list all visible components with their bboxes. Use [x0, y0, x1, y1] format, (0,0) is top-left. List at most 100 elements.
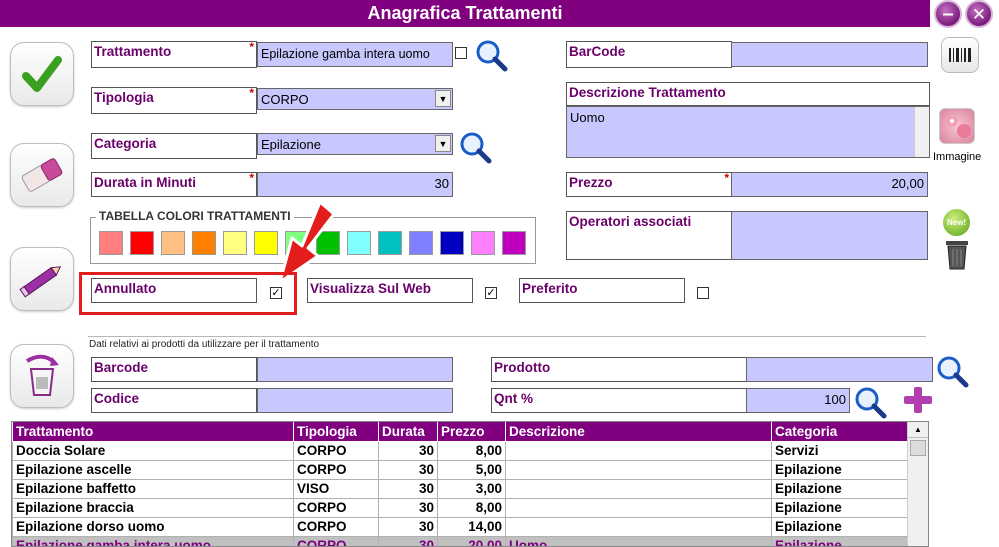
prezzo-field[interactable]: 20,00 [731, 172, 928, 197]
table-cell: Uomo [505, 535, 772, 546]
tipologia-label: Tipologia * [91, 86, 257, 114]
table-cell: Epilazione braccia [12, 497, 294, 518]
visualizza-web-checkbox[interactable]: ✓ [485, 287, 497, 299]
descrizione-scrollbar[interactable] [914, 107, 929, 157]
prod-qnt-field[interactable]: 100 [746, 388, 850, 413]
descrizione-textarea[interactable]: Uomo [566, 106, 930, 158]
save-button[interactable] [10, 42, 74, 106]
search-trattamento-icon[interactable] [474, 38, 508, 72]
color-swatch[interactable] [347, 231, 371, 255]
color-swatch[interactable] [223, 231, 247, 255]
table-cell: Epilazione [771, 535, 908, 546]
barcode-button[interactable] [941, 37, 979, 73]
column-header[interactable]: Prezzo [437, 422, 506, 442]
visualizza-web-label: Visualizza Sul Web [307, 278, 473, 303]
trattamento-field[interactable]: Epilazione gamba intera uomo [257, 42, 453, 67]
table-cell: Epilazione [771, 478, 908, 499]
table-cell [505, 459, 772, 480]
trattamento-checkbox[interactable] [455, 47, 467, 59]
operatori-label: Operatori associati [566, 211, 732, 260]
window-title: Anagrafica Trattamenti [367, 3, 563, 23]
color-swatch[interactable] [192, 231, 216, 255]
color-swatch[interactable] [502, 231, 526, 255]
table-cell [505, 497, 772, 518]
barcode-field[interactable] [731, 42, 928, 67]
prod-barcode-field[interactable] [257, 357, 453, 382]
search-categoria-icon[interactable] [458, 130, 492, 164]
scroll-up-icon[interactable]: ▲ [908, 422, 928, 438]
color-swatch[interactable] [440, 231, 464, 255]
color-swatch[interactable] [471, 231, 495, 255]
prod-codice-field[interactable] [257, 388, 453, 413]
table-cell: 8,00 [437, 440, 506, 461]
prodotti-caption: Dati relativi ai prodotti da utilizzare … [89, 339, 320, 350]
column-header[interactable]: Descrizione [505, 422, 772, 442]
delete-product-button[interactable] [10, 344, 74, 408]
color-swatch[interactable] [378, 231, 402, 255]
color-swatch[interactable] [130, 231, 154, 255]
table-cell [505, 516, 772, 537]
column-header[interactable]: Categoria [771, 422, 908, 442]
checkmark-icon [22, 56, 62, 92]
color-table-title: TABELLA COLORI TRATTAMENTI [96, 209, 294, 223]
categoria-select[interactable]: Epilazione ▼ [257, 133, 453, 155]
chevron-down-icon: ▼ [435, 90, 451, 107]
clear-button[interactable] [10, 143, 74, 207]
table-row[interactable]: Epilazione gamba intera uomo CORPO 30 20,00… [12, 535, 908, 546]
search-prodotto-icon[interactable] [935, 354, 969, 388]
table-cell: 30 [378, 478, 438, 499]
image-button[interactable] [939, 108, 975, 144]
edit-button[interactable] [10, 247, 74, 311]
color-swatch[interactable] [409, 231, 433, 255]
table-scrollbar[interactable]: ▲ [907, 422, 928, 546]
column-header[interactable]: Trattamento [12, 422, 294, 442]
search-qnt-icon[interactable] [853, 385, 887, 419]
new-operator-button[interactable]: New! [943, 209, 970, 236]
table-cell: CORPO [293, 459, 379, 480]
table-cell: 30 [378, 535, 438, 546]
table-header: Trattamento Tipologia Durata Prezzo Descrizi… [12, 422, 908, 442]
trash-icon[interactable] [944, 238, 970, 270]
table-cell: VISO [293, 478, 379, 499]
barcode-icon [949, 48, 971, 62]
tipologia-select[interactable]: CORPO ▼ [257, 88, 453, 110]
close-icon: ✕ [971, 4, 987, 24]
table-cell: Epilazione ascelle [12, 459, 294, 480]
minimize-button[interactable]: – [934, 0, 962, 28]
prod-prodotto-label: Prodotto [491, 357, 747, 382]
annullato-checkbox[interactable]: ✓ [270, 287, 282, 299]
table-row[interactable]: Epilazione dorso uomo CORPO 30 14,00 Epilazi… [12, 516, 908, 537]
table-row[interactable]: Epilazione braccia CORPO 30 8,00 Epilazione [12, 497, 908, 518]
table-cell: 8,00 [437, 497, 506, 518]
durata-field[interactable]: 30 [257, 172, 453, 197]
column-header[interactable]: Tipologia [293, 422, 379, 442]
new-badge-icon: New! [946, 218, 967, 227]
add-product-icon[interactable] [901, 385, 935, 415]
table-row[interactable]: Epilazione baffetto VISO 30 3,00 Epilazione [12, 478, 908, 499]
descrizione-label: Descrizione Trattamento [566, 82, 930, 106]
title-bar: Anagrafica Trattamenti [0, 0, 930, 27]
table-row[interactable]: Epilazione ascelle CORPO 30 5,00 Epilazione [12, 459, 908, 480]
table-cell: 20,00 [437, 535, 506, 546]
table-cell: 30 [378, 516, 438, 537]
column-header[interactable]: Durata [378, 422, 438, 442]
treatments-table: Trattamento Tipologia Durata Prezzo Descrizi… [11, 421, 929, 547]
table-cell: CORPO [293, 516, 379, 537]
barcode-label: BarCode [566, 41, 732, 68]
flowers-icon [946, 115, 971, 138]
close-button[interactable]: ✕ [965, 0, 993, 28]
table-cell: 30 [378, 497, 438, 518]
prod-prodotto-field[interactable] [746, 357, 933, 382]
table-cell: Doccia Solare [12, 440, 294, 461]
color-swatch[interactable] [99, 231, 123, 255]
table-cell [505, 478, 772, 499]
trattamento-label: Trattamento * [91, 40, 257, 68]
operatori-field[interactable] [731, 211, 928, 260]
color-swatch[interactable] [161, 231, 185, 255]
annullato-label: Annullato [91, 278, 257, 303]
table-cell: 14,00 [437, 516, 506, 537]
preferito-checkbox[interactable] [697, 287, 709, 299]
scroll-thumb[interactable] [910, 440, 926, 456]
table-row[interactable]: Doccia Solare CORPO 30 8,00 Servizi [12, 440, 908, 461]
categoria-label: Categoria [91, 133, 257, 159]
